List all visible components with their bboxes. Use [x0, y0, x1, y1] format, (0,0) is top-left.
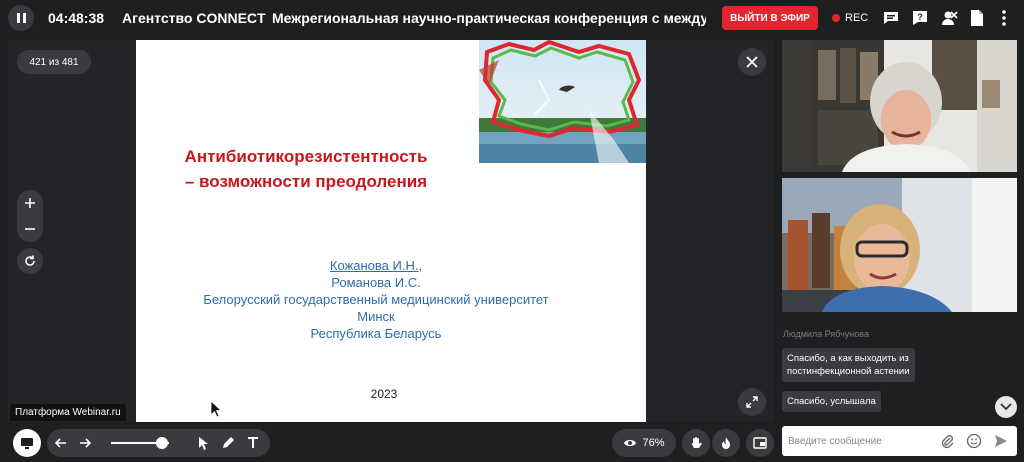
chat-icon[interactable] [882, 9, 900, 27]
rec-indicator[interactable]: REC [832, 12, 868, 24]
pause-button[interactable] [8, 5, 34, 31]
rec-dot-icon [832, 14, 840, 22]
more-vertical-icon[interactable] [995, 9, 1013, 27]
arrow-right-icon[interactable] [77, 435, 93, 451]
chat-sender-name: Людмила Рябчунова [783, 329, 869, 339]
zoom-out-button[interactable] [17, 216, 43, 242]
author-link[interactable]: Кожанова И.Н., [136, 257, 616, 274]
pencil-icon[interactable] [220, 435, 236, 451]
mouse-cursor-icon [210, 400, 222, 418]
chat-message: Спасибо, а как выходить из постинфекцион… [782, 348, 915, 382]
pointer-icon[interactable] [195, 435, 211, 451]
slide-photo [479, 40, 646, 163]
fullscreen-button[interactable] [738, 388, 766, 416]
raise-hand-button[interactable] [682, 429, 710, 457]
screen-share-button[interactable] [13, 429, 41, 457]
page-counter: 421 из 481 [17, 50, 91, 74]
slide-year: 2023 [370, 387, 398, 401]
broadcast-timer: 04:48:38 [48, 10, 105, 26]
chat-message: Спасибо, услышала [782, 391, 881, 412]
send-icon[interactable] [993, 433, 1009, 449]
top-bar: 04:48:38 Агентство CONNECT Межрегиональн… [0, 0, 1024, 36]
pause-icon [16, 13, 20, 23]
monitor-icon [21, 438, 33, 449]
eye-icon [624, 440, 637, 446]
expand-icon [746, 396, 758, 408]
close-presentation-button[interactable] [738, 48, 766, 76]
participant-video-1 [782, 40, 1017, 172]
zoom-controls [17, 190, 43, 242]
slide-progress-knob[interactable] [156, 437, 169, 449]
picture-in-picture-icon [753, 437, 767, 449]
zoom-indicator[interactable]: 76% [612, 429, 676, 457]
hand-icon [691, 437, 702, 448]
chat-message-input[interactable] [788, 432, 928, 450]
chat-input-box [782, 426, 1017, 456]
platform-label: Платформа Webinar.ru [10, 404, 126, 421]
close-icon [746, 56, 758, 68]
organizer-name: Агентство CONNECT [122, 10, 266, 26]
reset-zoom-button[interactable] [17, 248, 43, 274]
emoji-icon[interactable] [966, 433, 982, 449]
fire-icon [722, 437, 730, 449]
reactions-button[interactable] [712, 429, 740, 457]
scroll-down-button[interactable] [995, 396, 1017, 418]
presentation-slide: Антибиотикорезистентность – возможности … [136, 40, 646, 422]
text-tool-icon[interactable] [245, 435, 261, 451]
go-live-button[interactable]: ВЫЙТИ В ЭФИР [722, 6, 818, 30]
document-icon[interactable] [968, 9, 986, 27]
help-icon[interactable]: ? [911, 9, 929, 27]
bottom-toolbar: 76% [0, 424, 780, 462]
minus-icon [25, 228, 35, 230]
slide-authors: Кожанова И.Н., Романова И.С. Белорусский… [136, 257, 616, 342]
arrow-left-icon[interactable] [53, 435, 69, 451]
slide-tools [47, 429, 270, 457]
layout-button[interactable] [746, 429, 774, 457]
attachment-icon[interactable] [939, 433, 955, 449]
plus-icon [25, 198, 35, 208]
participant-video-2 [782, 178, 1017, 312]
chevron-down-icon [1000, 403, 1012, 411]
rotate-icon [25, 255, 35, 266]
slide-title: Антибиотикорезистентность – возможности … [184, 147, 428, 191]
user-off-icon[interactable] [940, 9, 958, 27]
event-title: Межрегиональная научно-практическая конф… [272, 10, 706, 26]
svg-text:?: ? [917, 12, 923, 22]
zoom-in-button[interactable] [17, 190, 43, 216]
